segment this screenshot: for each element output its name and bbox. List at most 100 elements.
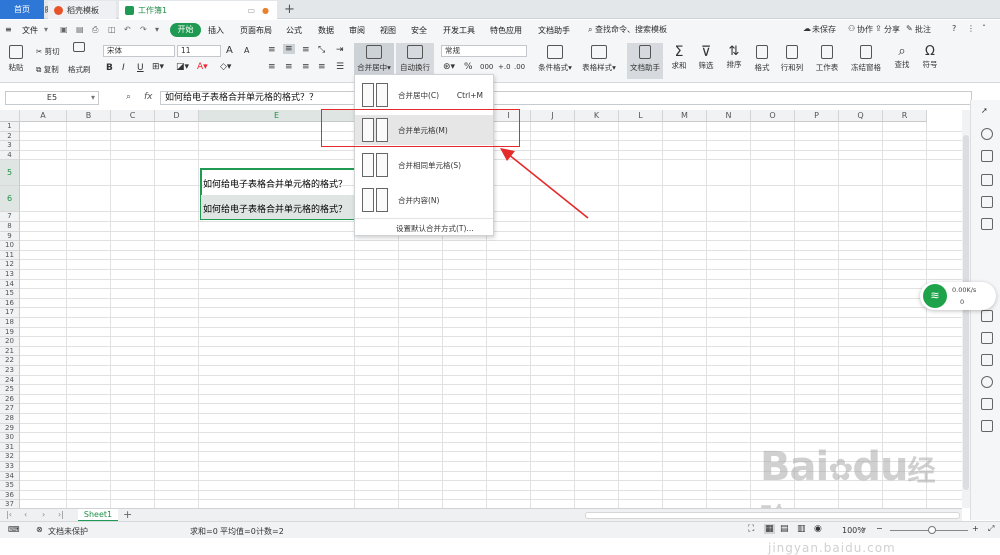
tab-home[interactable]: 首页 <box>0 0 44 19</box>
name-box[interactable]: E5 <box>5 91 99 105</box>
row-header-5[interactable]: 5 <box>0 160 20 187</box>
chevron-down-icon[interactable]: ▾ <box>155 25 159 34</box>
align-left-icon[interactable]: ≡ <box>268 62 276 72</box>
menu-start[interactable]: 开始 <box>170 23 201 37</box>
row-header-25[interactable]: 25 <box>0 385 20 395</box>
border-icon[interactable]: ⊞▾ <box>152 62 164 72</box>
table-icon[interactable] <box>981 174 993 186</box>
column-header-n[interactable]: N <box>707 110 751 122</box>
zoom-formula-icon[interactable]: ⌕ <box>126 92 131 102</box>
doc-helper-button[interactable]: 文档助手 <box>627 43 663 79</box>
cell-e6[interactable]: 如何给电子表格合并单元格的格式？ <box>203 202 347 215</box>
protect-status[interactable]: 文档未保护 <box>48 526 88 537</box>
column-header-a[interactable]: A <box>20 110 67 122</box>
row-header-20[interactable]: 20 <box>0 337 20 347</box>
menu-review[interactable]: 审阅 <box>349 25 365 36</box>
select-all-corner[interactable] <box>0 110 20 122</box>
zoom-slider-handle[interactable] <box>928 526 936 534</box>
tab-template[interactable]: 稻壳模板 <box>48 1 116 19</box>
history-icon[interactable] <box>981 376 993 388</box>
image-icon[interactable] <box>981 354 993 366</box>
share-button[interactable]: 分享 <box>884 24 900 35</box>
worksheet-button[interactable]: 工作表 <box>812 43 842 79</box>
menu-formula[interactable]: 公式 <box>286 25 302 36</box>
eye-protection-icon[interactable]: ◉ <box>814 524 822 534</box>
menu-item-merge-center[interactable]: 合并居中(C) Ctrl+M <box>355 80 493 110</box>
font-size-select[interactable]: 11 <box>177 45 221 57</box>
conditional-format-button[interactable]: 条件格式▾ <box>536 43 574 79</box>
orientation-icon[interactable]: ⤡ <box>318 45 325 55</box>
export-icon[interactable]: ▤ <box>76 25 84 34</box>
mail-icon[interactable] <box>981 398 993 410</box>
percent-button[interactable]: % <box>464 62 473 72</box>
menu-data[interactable]: 数据 <box>318 25 334 36</box>
help-icon[interactable]: ? <box>952 24 956 33</box>
fx-button[interactable]: fx <box>144 92 153 102</box>
underline-button[interactable]: U <box>137 63 144 73</box>
menu-view[interactable]: 视图 <box>380 25 396 36</box>
page-break-icon[interactable]: ▥ <box>797 524 806 534</box>
row-header-23[interactable]: 23 <box>0 366 20 376</box>
align-top-icon[interactable]: ≡ <box>268 45 276 55</box>
row-header-3[interactable]: 3 <box>0 141 20 151</box>
fit-window-icon[interactable]: ⤢ <box>988 524 994 534</box>
macro-icon[interactable]: ⌨ <box>8 525 20 534</box>
menu-page-layout[interactable]: 页面布局 <box>240 25 272 36</box>
row-header-14[interactable]: 14 <box>0 279 20 290</box>
fullscreen-icon[interactable]: ⛶ <box>748 524 754 534</box>
menu-item-default-merge[interactable]: 设置默认合并方式(T)... <box>355 220 493 236</box>
increase-decimal-button[interactable]: +.0 <box>498 63 511 71</box>
row-header-13[interactable]: 13 <box>0 270 20 280</box>
symbol-button[interactable]: Ω 符号 <box>918 43 942 79</box>
normal-view-icon[interactable]: ▦ <box>764 524 775 534</box>
align-middle-icon[interactable]: ≡ <box>283 44 295 54</box>
format-button[interactable]: 格式 <box>750 43 774 79</box>
column-header-l[interactable]: L <box>619 110 663 122</box>
command-search[interactable]: ⌕ 查找命令、搜索模板 <box>588 24 667 35</box>
column-header-d[interactable]: D <box>155 110 199 122</box>
format-painter-icon[interactable] <box>68 40 90 76</box>
more-icon[interactable]: ⋮ <box>967 24 975 33</box>
shape-icon[interactable] <box>981 128 993 140</box>
clear-format-icon[interactable]: ◇▾ <box>220 62 231 72</box>
thousands-button[interactable]: 000 <box>480 63 493 71</box>
row-header-28[interactable]: 28 <box>0 414 20 424</box>
zoom-out-icon[interactable]: − <box>876 524 883 533</box>
monitor-icon[interactable]: ▭ <box>247 6 255 15</box>
print-icon[interactable]: ⎙ <box>92 25 98 35</box>
fill-color-icon[interactable]: ◪▾ <box>176 62 189 72</box>
row-header-6[interactable]: 6 <box>0 186 20 213</box>
column-header-c[interactable]: C <box>111 110 155 122</box>
settings-icon[interactable] <box>981 420 993 432</box>
menu-item-merge-same[interactable]: 合并相同单元格(S) <box>355 150 493 180</box>
page-layout-icon[interactable]: ▤ <box>780 524 789 534</box>
chevron-down-icon[interactable]: ▾ <box>91 93 95 102</box>
first-sheet-icon[interactable]: |‹ <box>6 510 12 519</box>
italic-button[interactable]: I <box>122 63 125 73</box>
redo-icon[interactable]: ↷ <box>140 25 147 34</box>
menu-item-merge-content[interactable]: 合并内容(N) <box>355 185 493 215</box>
row-header-26[interactable]: 26 <box>0 394 20 405</box>
row-header-32[interactable]: 32 <box>0 452 20 462</box>
decrease-decimal-button[interactable]: .00 <box>514 63 525 71</box>
edit-icon[interactable] <box>981 310 993 322</box>
row-header-7[interactable]: 7 <box>0 212 20 222</box>
preview-icon[interactable]: ◫ <box>108 25 116 34</box>
justify-icon[interactable]: ≡ <box>318 62 326 72</box>
column-header-b[interactable]: B <box>67 110 111 122</box>
row-header-36[interactable]: 36 <box>0 490 20 501</box>
align-right-icon[interactable]: ≡ <box>302 62 310 72</box>
prev-sheet-icon[interactable]: ‹ <box>24 510 27 519</box>
row-header-8[interactable]: 8 <box>0 222 20 232</box>
chevron-down-icon[interactable]: ▾ <box>44 25 48 34</box>
sort-button[interactable]: ⇅ 排序 <box>722 43 746 79</box>
add-sheet-icon[interactable]: + <box>123 508 132 521</box>
row-header-33[interactable]: 33 <box>0 462 20 472</box>
row-header-15[interactable]: 15 <box>0 289 20 299</box>
filter-button[interactable]: ⊽ 筛选 <box>694 43 718 79</box>
row-header-17[interactable]: 17 <box>0 308 20 318</box>
pointer-icon[interactable]: ➚ <box>981 106 993 118</box>
freeze-panes-button[interactable]: 冻结窗格 <box>847 43 885 79</box>
row-col-button[interactable]: 行和列 <box>778 43 806 79</box>
hamburger-icon[interactable]: ≡ <box>5 25 12 34</box>
